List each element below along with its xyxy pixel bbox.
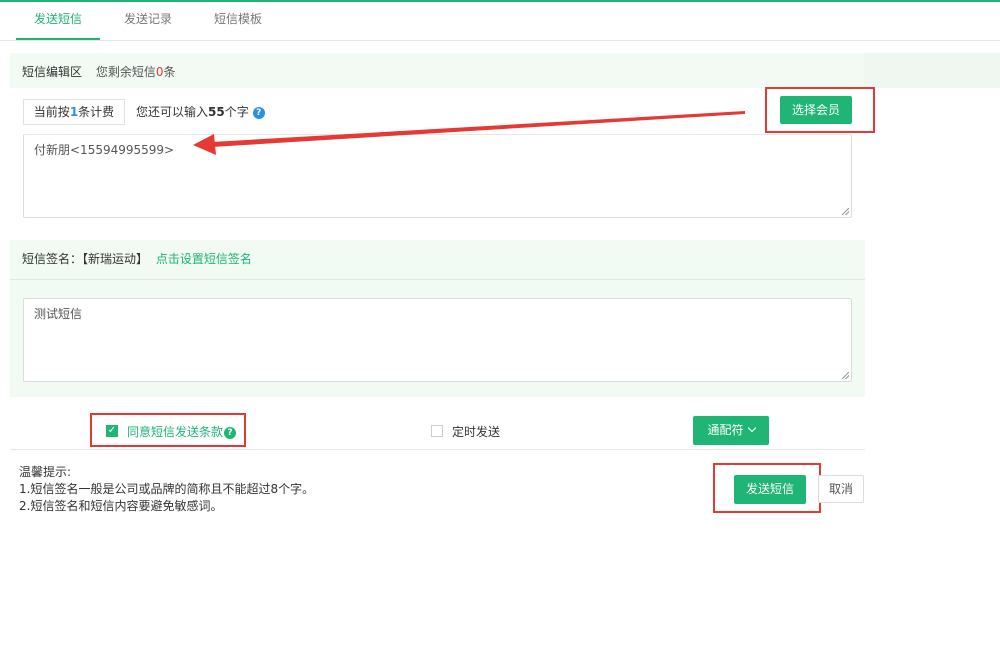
cancel-button[interactable]: 取消 <box>818 475 864 503</box>
chevron-down-icon <box>747 423 756 433</box>
set-signature-link[interactable]: 点击设置短信签名 <box>156 252 252 266</box>
agree-label[interactable]: 同意短信发送条款? <box>127 423 237 440</box>
signature-label: 短信签名： <box>22 252 83 266</box>
signature-value: 【新瑞运动】 <box>82 252 149 266</box>
signature-row: 短信签名：【新瑞运动】 点击设置短信签名 <box>22 250 252 267</box>
tips-line-2: 2.短信签名和短信内容要避免敏感词。 <box>19 499 223 513</box>
tips-title: 温馨提示: <box>19 465 72 479</box>
agree-checkbox[interactable]: ✓ <box>106 425 118 437</box>
tips-block: 温馨提示: 1.短信签名一般是公司或品牌的简称且不能超过8个字。 2.短信签名和… <box>19 464 314 515</box>
help-icon[interactable]: ? <box>224 426 237 439</box>
wildcard-dropdown[interactable]: 通配符 <box>693 416 769 445</box>
tips-line-1: 1.短信签名一般是公司或品牌的简称且不能超过8个字。 <box>19 482 315 496</box>
signature-divider <box>10 279 865 280</box>
resize-handle[interactable] <box>842 372 849 379</box>
send-sms-button[interactable]: 发送短信 <box>734 475 806 504</box>
schedule-label[interactable]: 定时发送 <box>452 423 500 440</box>
message-value: 测试短信 <box>34 307 83 321</box>
arrow-shaft <box>212 111 745 147</box>
schedule-checkbox[interactable] <box>431 425 443 437</box>
arrow-head <box>193 134 216 155</box>
message-textarea[interactable]: 测试短信 <box>23 298 852 382</box>
options-divider <box>10 449 865 450</box>
